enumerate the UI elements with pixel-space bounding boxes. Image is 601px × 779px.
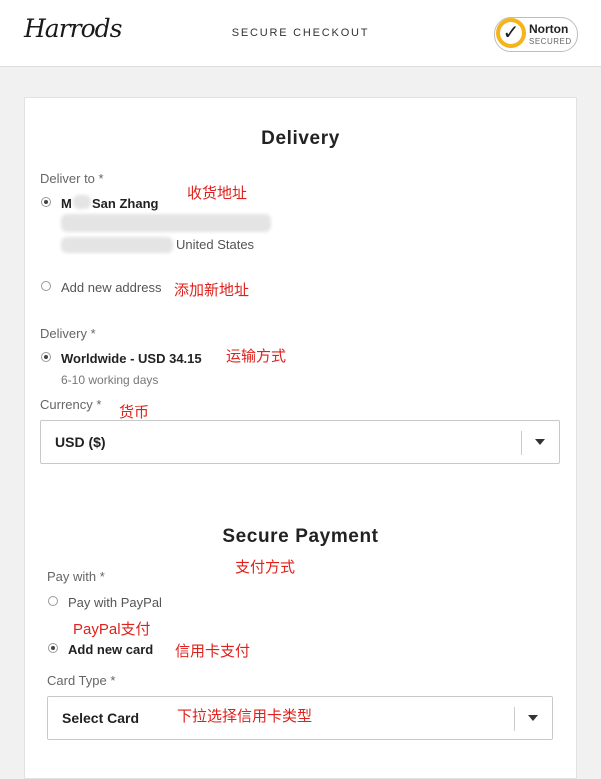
annotation-add-address: 添加新地址 xyxy=(174,282,250,299)
address-country: United States xyxy=(176,237,255,252)
checkout-panel: Delivery Deliver to * 收货地址 M San Zhang U… xyxy=(24,97,577,779)
annotation-shipping: 运输方式 xyxy=(226,348,287,365)
paypal-radio[interactable] xyxy=(48,596,58,606)
new-card-radio[interactable] xyxy=(48,643,58,653)
add-new-address-radio[interactable] xyxy=(41,281,51,291)
address-redaction xyxy=(73,195,91,209)
currency-label: Currency * xyxy=(40,397,102,412)
annotation-credit-card: 信用卡支付 xyxy=(175,643,251,660)
pay-with-label: Pay with * xyxy=(47,569,105,584)
address-name-prefix: M xyxy=(61,196,72,211)
new-card-option[interactable]: Add new card xyxy=(68,642,153,657)
shipping-time: 6-10 working days xyxy=(61,373,159,387)
delivery-title: Delivery xyxy=(261,128,340,149)
annotation-currency: 货币 xyxy=(119,404,150,421)
address-line-redaction xyxy=(61,214,271,232)
norton-badge-name: Norton xyxy=(529,22,569,36)
shipping-option-radio[interactable] xyxy=(41,352,51,362)
address-name: San Zhang xyxy=(92,196,159,211)
shipping-option[interactable]: Worldwide - USD 34.15 xyxy=(61,351,202,366)
annotation-card-select: 下拉选择信用卡类型 xyxy=(177,708,313,725)
card-type-select-divider xyxy=(514,707,515,731)
annotation-paypal: PayPal支付 xyxy=(73,621,151,638)
currency-select-value: USD ($) xyxy=(55,434,106,450)
chevron-down-icon[interactable] xyxy=(528,715,538,721)
saved-address-radio[interactable] xyxy=(41,197,51,207)
annotation-address: 收货地址 xyxy=(187,185,248,202)
card-type-label: Card Type * xyxy=(47,673,116,688)
currency-select[interactable]: USD ($) xyxy=(40,420,560,464)
card-type-select-value: Select Card xyxy=(62,710,140,726)
delivery-method-label: Delivery * xyxy=(40,326,96,341)
checkout-header: Harrods SECURE CHECKOUT ✓ Norton SECURED xyxy=(0,0,601,67)
deliver-to-label: Deliver to * xyxy=(40,171,104,186)
address-city-redaction xyxy=(61,237,173,253)
add-new-address-option[interactable]: Add new address xyxy=(61,280,161,295)
payment-title: Secure Payment xyxy=(222,526,379,547)
norton-badge-sub: SECURED xyxy=(529,37,572,46)
norton-secured-badge: ✓ Norton SECURED xyxy=(494,17,578,52)
norton-check-icon: ✓ xyxy=(496,18,526,48)
currency-select-divider xyxy=(521,431,522,455)
paypal-option[interactable]: Pay with PayPal xyxy=(68,595,162,610)
chevron-down-icon[interactable] xyxy=(535,439,545,445)
annotation-payment-method: 支付方式 xyxy=(235,559,296,576)
